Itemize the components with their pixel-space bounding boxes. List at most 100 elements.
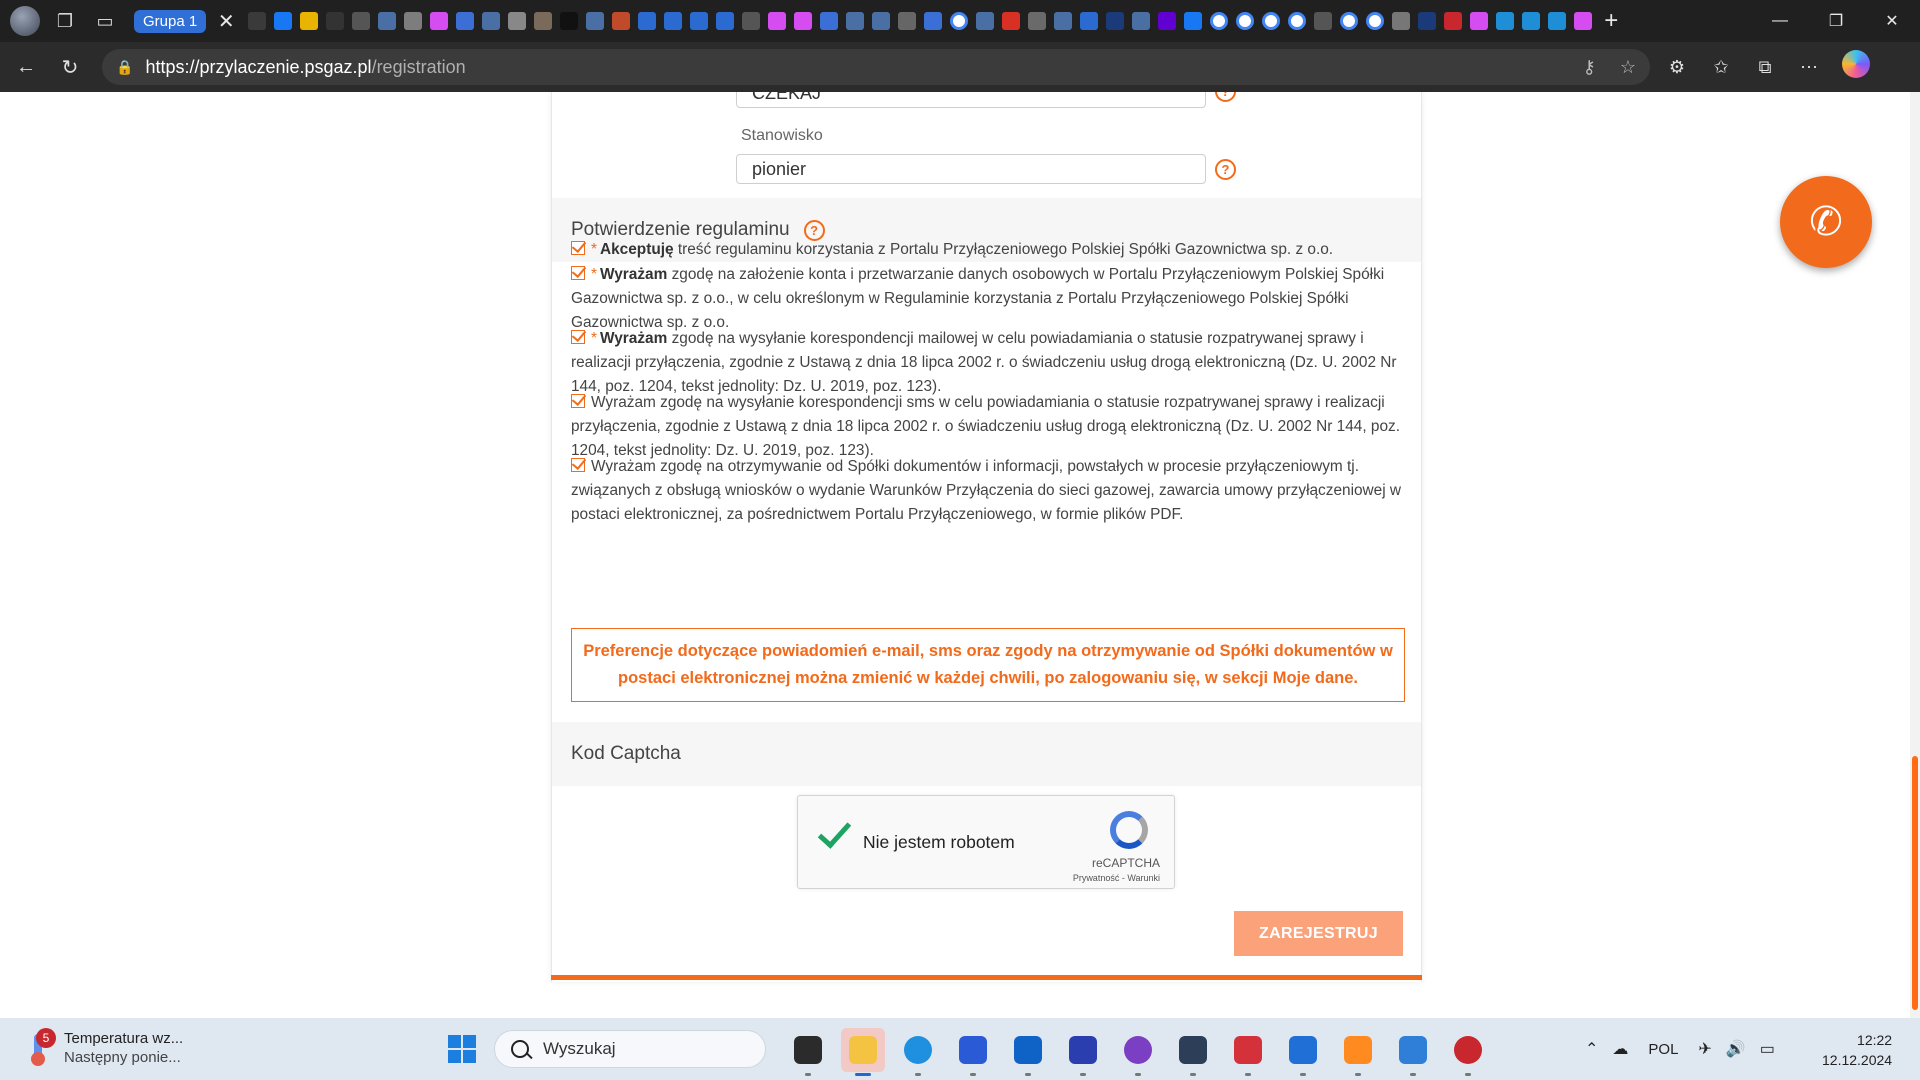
search-icon[interactable] bbox=[976, 12, 995, 30]
gear-icon[interactable] bbox=[1392, 12, 1411, 30]
gk-icon[interactable] bbox=[1522, 12, 1541, 30]
feather-icon[interactable] bbox=[612, 12, 631, 30]
b-icon[interactable] bbox=[456, 12, 475, 30]
lock-icon[interactable]: 🔒 bbox=[116, 59, 133, 76]
favorites-icon[interactable]: ✩ bbox=[1704, 50, 1738, 84]
media-player-icon[interactable] bbox=[1336, 1028, 1380, 1076]
key-icon[interactable]: ⚷ bbox=[1583, 57, 1596, 78]
google-icon[interactable] bbox=[950, 12, 969, 30]
minimize-icon[interactable]: — bbox=[1752, 0, 1808, 42]
p-icon[interactable] bbox=[300, 12, 319, 30]
weather-widget[interactable]: 5 Temperatura wz... Następny ponie... bbox=[24, 1028, 183, 1067]
search-icon[interactable] bbox=[1054, 12, 1073, 30]
camera-icon[interactable] bbox=[898, 12, 917, 30]
airplane-icon[interactable]: ✈ bbox=[1698, 1039, 1711, 1059]
close-window-icon[interactable]: ✕ bbox=[1864, 0, 1920, 42]
new-tab-icon[interactable]: + bbox=[1604, 7, 1618, 35]
notepad-icon[interactable] bbox=[1391, 1028, 1435, 1076]
language-indicator[interactable]: POL bbox=[1648, 1041, 1678, 1058]
reload-icon[interactable]: ↻ bbox=[48, 47, 92, 87]
stamp-icon[interactable] bbox=[404, 12, 423, 30]
consent-checkbox[interactable] bbox=[571, 458, 585, 472]
back-icon[interactable]: ← bbox=[4, 47, 48, 87]
start-button[interactable] bbox=[448, 1035, 476, 1063]
at-icon[interactable] bbox=[1080, 12, 1099, 30]
consent-checkbox[interactable] bbox=[571, 394, 585, 408]
gmail-icon[interactable] bbox=[1002, 12, 1021, 30]
building-icon[interactable] bbox=[742, 12, 761, 30]
battery-icon[interactable]: ▭ bbox=[1760, 1039, 1775, 1059]
camera-icon[interactable] bbox=[248, 12, 267, 30]
google-icon[interactable] bbox=[1366, 12, 1385, 30]
camera-raw-icon[interactable] bbox=[1226, 1028, 1270, 1076]
outlook-icon[interactable] bbox=[1006, 1028, 1050, 1076]
chevron-up-icon[interactable]: ⌃ bbox=[1585, 1039, 1598, 1059]
edge-icon[interactable] bbox=[896, 1028, 940, 1076]
tab-group-label[interactable]: Grupa 1 bbox=[134, 9, 207, 33]
save-icon[interactable] bbox=[1061, 1028, 1105, 1076]
more-menu-icon[interactable]: ⋯ bbox=[1792, 50, 1826, 84]
recaptcha-widget[interactable]: Nie jestem robotem reCAPTCHA Prywatność … bbox=[797, 795, 1175, 889]
volume-icon[interactable]: 🔊 bbox=[1726, 1039, 1746, 1059]
search-icon[interactable] bbox=[1132, 12, 1151, 30]
multicolor-icon[interactable] bbox=[768, 12, 787, 30]
taskbar-search[interactable]: Wyszukaj bbox=[494, 1030, 766, 1068]
google-icon[interactable] bbox=[1340, 12, 1359, 30]
recaptcha-links[interactable]: Prywatność - Warunki bbox=[1073, 873, 1160, 883]
page-scrollbar[interactable] bbox=[1910, 92, 1920, 1018]
scrollbar-thumb[interactable] bbox=[1912, 756, 1918, 1010]
at-icon[interactable] bbox=[638, 12, 657, 30]
workspaces-icon[interactable]: ❐ bbox=[50, 6, 80, 36]
aol-icon[interactable] bbox=[1106, 12, 1125, 30]
close-tab-icon[interactable]: ✕ bbox=[212, 9, 240, 34]
file-explorer-icon[interactable] bbox=[841, 1028, 885, 1076]
consent-checkbox[interactable] bbox=[571, 241, 585, 255]
image-icon[interactable] bbox=[716, 12, 735, 30]
facebook-icon[interactable] bbox=[274, 12, 293, 30]
help-icon[interactable] bbox=[1281, 1028, 1325, 1076]
pdf-icon[interactable] bbox=[1444, 12, 1463, 30]
terminal-icon[interactable] bbox=[786, 1028, 830, 1076]
phone-icon[interactable]: ✆ bbox=[1780, 176, 1872, 268]
store-icon[interactable] bbox=[951, 1028, 995, 1076]
google-icon[interactable] bbox=[1210, 12, 1229, 30]
consent-checkbox[interactable] bbox=[571, 266, 585, 280]
cloud-icon[interactable]: ☁ bbox=[1612, 1039, 1628, 1059]
gk-icon[interactable] bbox=[1548, 12, 1567, 30]
github-icon[interactable] bbox=[1116, 1028, 1160, 1076]
multicolor-icon[interactable] bbox=[1574, 12, 1593, 30]
clock[interactable]: 12:22 12.12.2024 bbox=[1822, 1030, 1892, 1070]
tab-actions-icon[interactable]: ▭ bbox=[90, 6, 120, 36]
search-icon[interactable] bbox=[378, 12, 397, 30]
aol-icon[interactable] bbox=[1418, 12, 1437, 30]
card-icon[interactable] bbox=[508, 12, 527, 30]
grid-icon[interactable] bbox=[352, 12, 371, 30]
search-icon[interactable] bbox=[872, 12, 891, 30]
infinity-icon[interactable] bbox=[326, 12, 345, 30]
p-icon[interactable] bbox=[534, 12, 553, 30]
help-icon[interactable]: ? bbox=[1215, 159, 1236, 180]
b-icon[interactable] bbox=[924, 12, 943, 30]
copilot-icon[interactable] bbox=[1842, 50, 1870, 78]
profile-avatar[interactable] bbox=[10, 6, 40, 36]
multicolor-icon[interactable] bbox=[1470, 12, 1489, 30]
position-input[interactable] bbox=[736, 154, 1206, 184]
google-icon[interactable] bbox=[1288, 12, 1307, 30]
google-icon[interactable] bbox=[1262, 12, 1281, 30]
search-icon[interactable] bbox=[846, 12, 865, 30]
consent-checkbox[interactable] bbox=[571, 330, 585, 344]
x-icon[interactable] bbox=[560, 12, 579, 30]
feather-icon[interactable] bbox=[1028, 12, 1047, 30]
register-button[interactable]: ZAREJESTRUJ bbox=[1234, 911, 1403, 956]
favorite-star-icon[interactable]: ☆ bbox=[1620, 57, 1636, 78]
help-icon[interactable]: ? bbox=[1215, 92, 1236, 102]
box-icon[interactable] bbox=[1171, 1028, 1215, 1076]
b-icon[interactable] bbox=[820, 12, 839, 30]
facebook-icon[interactable] bbox=[1184, 12, 1203, 30]
multicolor-icon[interactable] bbox=[794, 12, 813, 30]
search-icon[interactable] bbox=[482, 12, 501, 30]
google-icon[interactable] bbox=[1236, 12, 1255, 30]
collections-icon[interactable]: ⧉ bbox=[1748, 50, 1782, 84]
mail-icon[interactable] bbox=[690, 12, 709, 30]
yahoo-icon[interactable] bbox=[1158, 12, 1177, 30]
